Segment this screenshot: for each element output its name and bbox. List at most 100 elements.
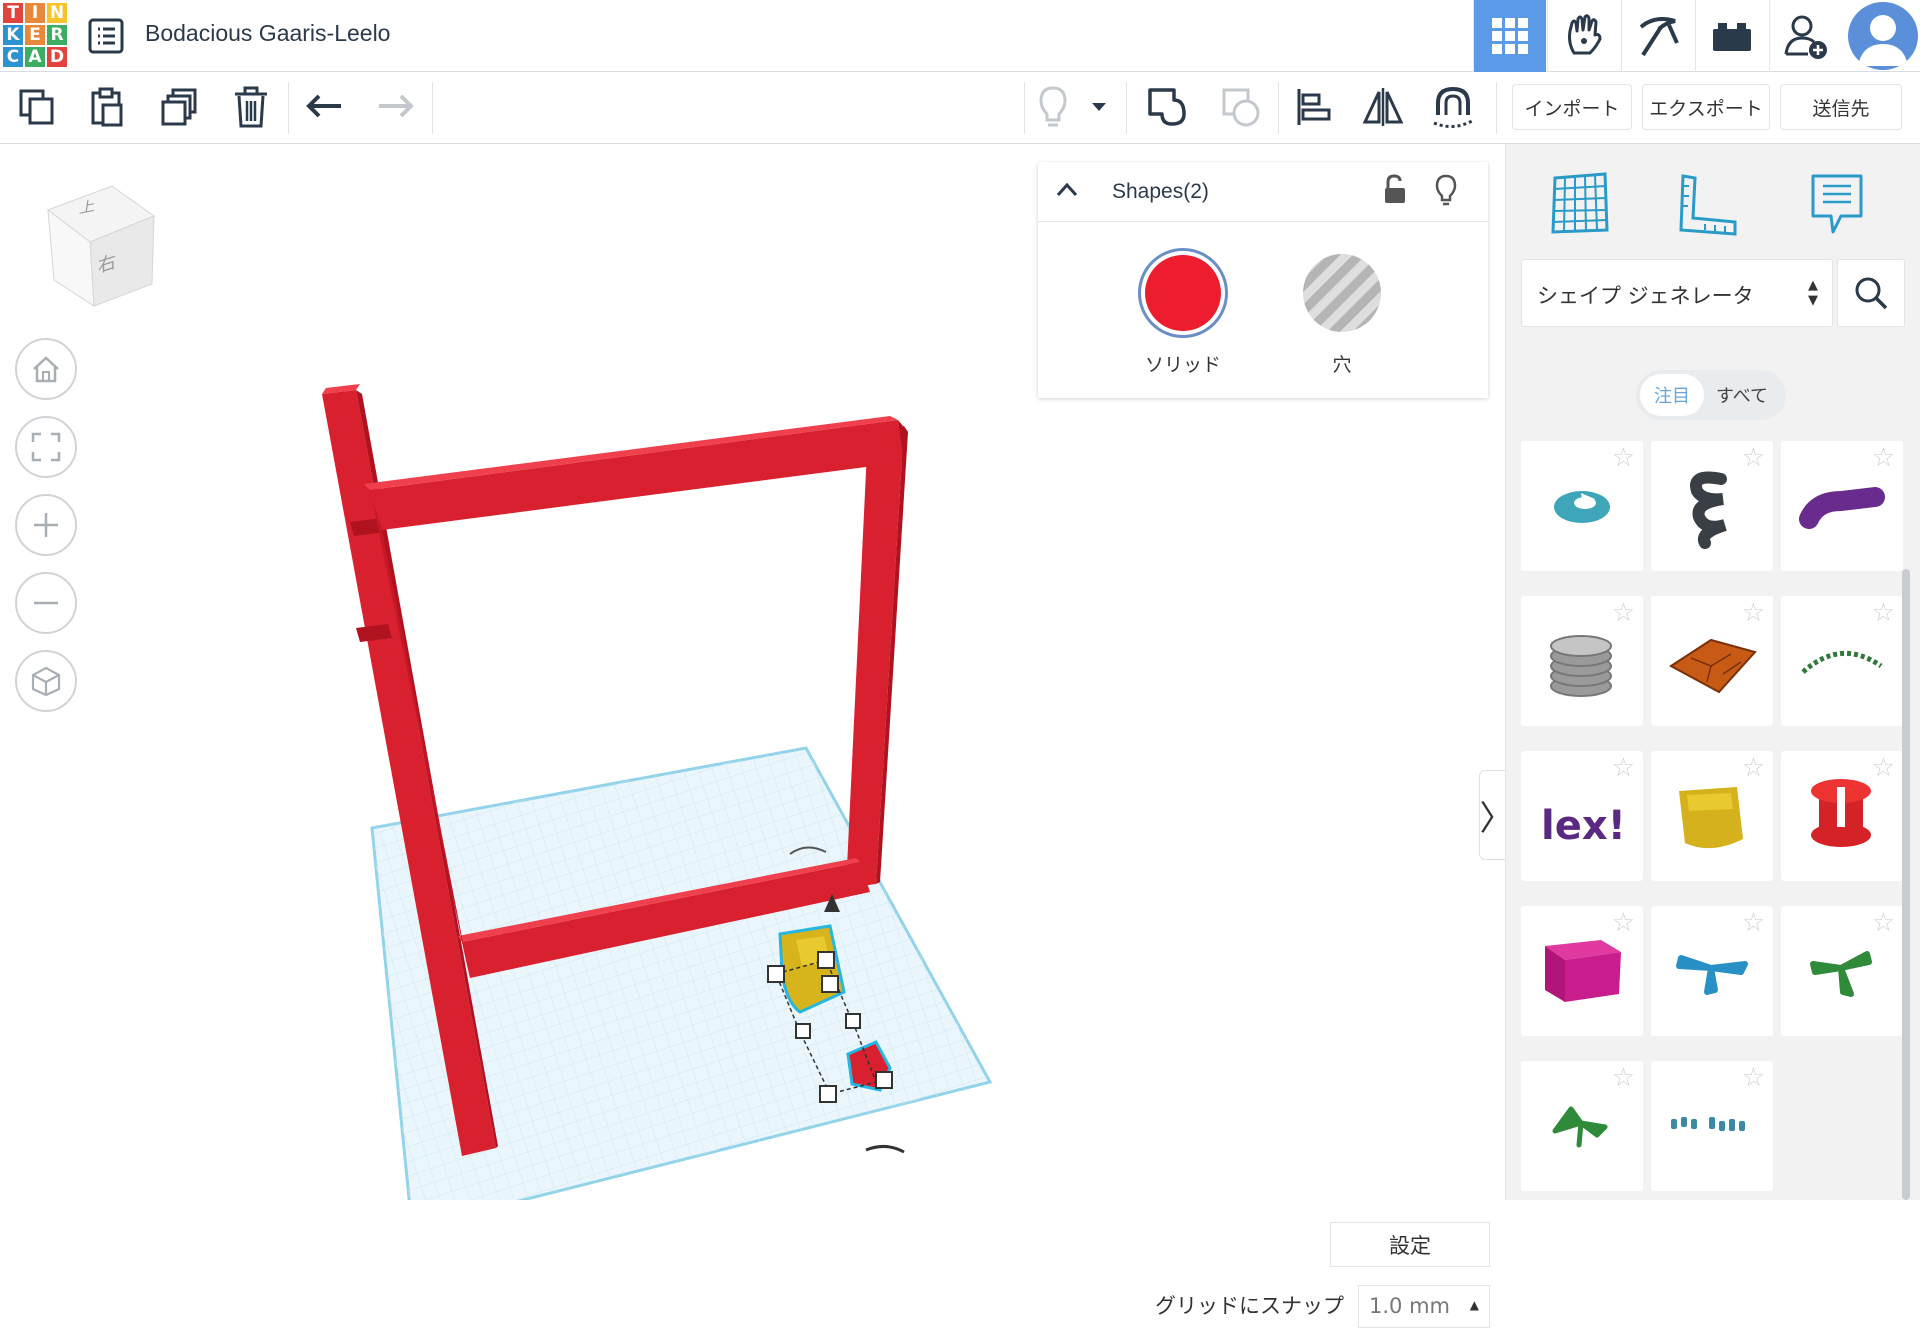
shape-inspector: Shapes(2) ソリッド 穴: [1038, 162, 1488, 398]
shape-tile-stacked-coins-shape[interactable]: ☆: [1521, 596, 1643, 726]
svg-text:lex!: lex!: [1541, 803, 1626, 849]
edit-toolbar: インポート エクスポート 送信先: [0, 72, 1920, 144]
import-button[interactable]: インポート: [1512, 84, 1632, 130]
shape-tile-spool-shape[interactable]: ☆: [1781, 751, 1903, 881]
notes-icon: [1811, 174, 1863, 234]
shape-tile-dots-shape[interactable]: ☆: [1651, 1061, 1773, 1191]
workplane-scene[interactable]: [0, 144, 1040, 1200]
workplane-icon: [1551, 172, 1609, 234]
delete-button[interactable]: [228, 84, 274, 130]
favorite-star-icon[interactable]: ☆: [1612, 1065, 1635, 1091]
shape-tile-chain-arc-shape[interactable]: ☆: [1781, 596, 1903, 726]
shape-tile-propeller-green-shape[interactable]: ☆: [1781, 906, 1903, 1036]
favorite-star-icon[interactable]: ☆: [1612, 910, 1635, 936]
shape-tile-box-shape[interactable]: ☆: [1521, 906, 1643, 1036]
logo-letter: D: [47, 47, 67, 67]
shapes-library-panel: シェイプ ジェネレータ ▲ ▼ 注目 すべて ☆ ☆ ☆ ☆ ☆ ☆ lex! ☆ ☆ ☆ ☆ ☆ ☆ ☆ ☆: [1505, 144, 1920, 1200]
inspector-header: Shapes(2): [1038, 162, 1488, 222]
dropdown-arrow-icon: [1092, 103, 1106, 111]
shape-category-value: シェイプ ジェネレータ: [1537, 284, 1754, 308]
shape-tile-text-shape[interactable]: lex! ☆: [1521, 751, 1643, 881]
undo-icon: [306, 94, 341, 118]
favorite-star-icon[interactable]: ☆: [1612, 445, 1635, 471]
invite-user-button[interactable]: [1769, 0, 1842, 72]
shape-tile-curved-pipe-shape[interactable]: ☆: [1781, 441, 1903, 571]
visibility-dropdown[interactable]: [1084, 84, 1114, 130]
chevron-up-icon[interactable]: [1056, 182, 1078, 198]
workplane-settings-button[interactable]: 設定: [1330, 1222, 1490, 1267]
top-bar: T I N K E R C A D Bodacious Gaaris-Leelo: [0, 0, 1920, 72]
cruise-magnet-icon: [1433, 86, 1473, 128]
bricks-button[interactable]: [1621, 0, 1694, 72]
unlock-icon[interactable]: [1382, 174, 1408, 206]
filter-all-tab[interactable]: すべて: [1704, 374, 1780, 416]
duplicate-button[interactable]: [156, 84, 202, 130]
blocks-button[interactable]: [1547, 0, 1620, 72]
favorite-star-icon[interactable]: ☆: [1742, 755, 1765, 781]
mirror-button[interactable]: [1360, 84, 1406, 130]
favorite-star-icon[interactable]: ☆: [1742, 600, 1765, 626]
solid-swatch[interactable]: [1138, 248, 1228, 338]
notes-tool-button[interactable]: [1792, 164, 1882, 244]
show-hide-button[interactable]: [1030, 84, 1076, 130]
favorite-star-icon[interactable]: ☆: [1872, 445, 1895, 471]
shape-tile-torus-shape[interactable]: ☆: [1521, 441, 1643, 571]
export-button[interactable]: エクスポート: [1642, 84, 1770, 130]
shape-tile-spring-shape[interactable]: ☆: [1651, 441, 1773, 571]
ungroup-button[interactable]: [1218, 84, 1264, 130]
shape-tile-square-cup-shape[interactable]: ☆: [1651, 751, 1773, 881]
logo-letter: A: [25, 47, 45, 67]
shape-search-button[interactable]: [1837, 259, 1905, 327]
favorite-star-icon[interactable]: ☆: [1742, 1065, 1765, 1091]
shape-grid-scrollbar[interactable]: [1902, 569, 1910, 1200]
ungroup-icon: [1222, 88, 1260, 127]
hole-label: 穴: [1332, 354, 1352, 376]
favorite-star-icon[interactable]: ☆: [1872, 910, 1895, 936]
snap-grid-value: 1.0 mm: [1369, 1294, 1450, 1318]
snap-grid-select[interactable]: 1.0 mm ▲: [1358, 1285, 1490, 1328]
design-title[interactable]: Bodacious Gaaris-Leelo: [145, 20, 390, 47]
logo-letter: C: [3, 47, 23, 67]
workplane-tool-button[interactable]: [1534, 164, 1624, 244]
tinkercad-logo[interactable]: T I N K E R C A D: [3, 3, 67, 67]
copy-button[interactable]: [14, 84, 60, 130]
filter-featured-tab[interactable]: 注目: [1640, 374, 1704, 416]
caret-up-icon: ▲: [1469, 1298, 1479, 1312]
favorite-star-icon[interactable]: ☆: [1872, 600, 1895, 626]
paste-button[interactable]: [84, 84, 130, 130]
mirror-icon: [1362, 88, 1404, 126]
copy-icon: [19, 89, 54, 125]
favorite-star-icon[interactable]: ☆: [1612, 600, 1635, 626]
favorite-star-icon[interactable]: ☆: [1612, 755, 1635, 781]
user-avatar[interactable]: [1848, 2, 1918, 70]
toolbar-divider: [1496, 82, 1497, 134]
avatar-icon: [1858, 15, 1908, 66]
align-button[interactable]: [1290, 84, 1336, 130]
codeblocks-button[interactable]: [1695, 0, 1768, 72]
send-to-button[interactable]: 送信先: [1780, 84, 1902, 130]
favorite-star-icon[interactable]: ☆: [1872, 755, 1895, 781]
cruise-button[interactable]: [1430, 84, 1476, 130]
favorite-star-icon[interactable]: ☆: [1742, 910, 1765, 936]
light-bulb-icon[interactable]: [1434, 174, 1458, 208]
logo-letter: I: [25, 3, 45, 23]
undo-button[interactable]: [302, 84, 348, 130]
favorite-star-icon[interactable]: ☆: [1742, 445, 1765, 471]
group-shapes-icon: [1148, 88, 1186, 126]
group-button[interactable]: [1144, 84, 1190, 130]
grid-view-button[interactable]: [1473, 0, 1546, 72]
inspector-title: Shapes(2): [1112, 180, 1209, 203]
shape-tile-leaf-shape[interactable]: ☆: [1521, 1061, 1643, 1191]
logo-letter: R: [47, 25, 67, 45]
logo-letter: K: [3, 25, 23, 45]
shape-tile-propeller-blue-shape[interactable]: ☆: [1651, 906, 1773, 1036]
shape-category-select[interactable]: シェイプ ジェネレータ ▲ ▼: [1521, 259, 1833, 327]
ruler-tool-button[interactable]: [1664, 164, 1754, 244]
logo-letter: N: [47, 3, 67, 23]
shape-tile-voronoi-tile-shape[interactable]: ☆: [1651, 596, 1773, 726]
design-list-icon[interactable]: [88, 18, 124, 54]
pickaxe-icon: [1639, 17, 1679, 57]
redo-button[interactable]: [372, 84, 418, 130]
redo-icon: [379, 94, 414, 118]
hole-swatch[interactable]: [1303, 254, 1381, 332]
